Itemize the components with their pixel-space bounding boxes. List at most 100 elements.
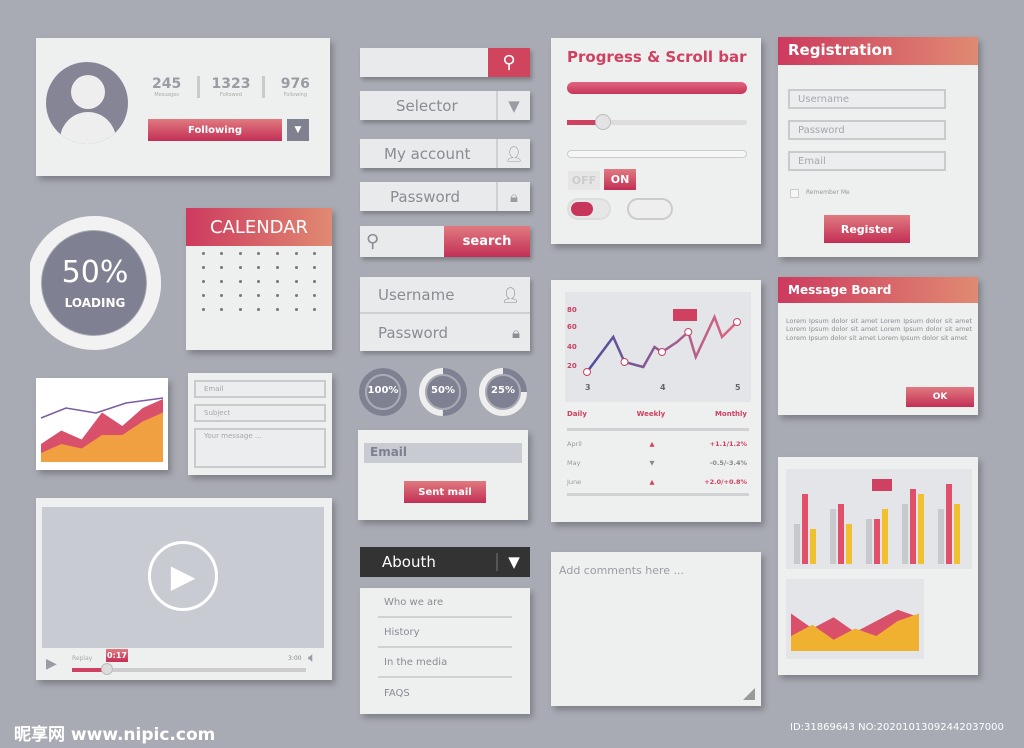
play-button[interactable]: ▶ — [46, 656, 57, 672]
table-header[interactable]: Daily — [567, 410, 587, 418]
send-mail-button[interactable]: Sent mail — [404, 481, 486, 503]
login-username-field[interactable]: Username 👤︎ — [360, 277, 530, 314]
calendar-day[interactable] — [250, 252, 269, 256]
bar[interactable] — [846, 524, 852, 564]
scroll-bar[interactable] — [567, 150, 747, 158]
menu-item[interactable]: History — [378, 618, 512, 648]
remember-checkbox[interactable] — [790, 189, 799, 198]
bar[interactable] — [866, 519, 872, 564]
bar[interactable] — [954, 504, 960, 564]
calendar-day[interactable] — [194, 252, 213, 256]
slider-handle[interactable] — [595, 114, 611, 130]
calendar-day[interactable] — [213, 280, 232, 284]
calendar-day[interactable] — [194, 266, 213, 270]
bar[interactable] — [794, 524, 800, 564]
calendar-day[interactable] — [268, 280, 287, 284]
bar[interactable] — [946, 484, 952, 564]
calendar-day[interactable] — [287, 294, 306, 298]
calendar-day[interactable] — [268, 294, 287, 298]
calendar-day[interactable] — [305, 308, 324, 312]
email-field[interactable]: Email — [788, 151, 946, 171]
table-header[interactable]: Weekly — [637, 410, 666, 418]
bar[interactable] — [882, 509, 888, 564]
data-point[interactable] — [733, 318, 741, 326]
password-field[interactable]: Password — [788, 120, 946, 140]
bar[interactable] — [874, 519, 880, 564]
about-dropdown[interactable]: Abouth ▼ — [360, 547, 530, 577]
data-point[interactable] — [620, 358, 629, 366]
calendar-day[interactable] — [305, 252, 324, 256]
login-password-field[interactable]: Password 🔒︎ — [360, 314, 530, 351]
calendar-day[interactable] — [231, 280, 250, 284]
resize-handle[interactable] — [743, 688, 755, 700]
table-header[interactable]: Monthly — [715, 410, 747, 418]
data-point[interactable] — [684, 328, 693, 336]
chevron-down-icon[interactable]: ▼ — [496, 91, 530, 120]
email-field[interactable]: Email — [194, 380, 326, 398]
message-textarea[interactable]: Your message ... — [194, 428, 326, 468]
calendar-day[interactable] — [213, 266, 232, 270]
my-account-field[interactable]: My account 👤︎ — [360, 139, 530, 168]
bar[interactable] — [938, 509, 944, 564]
calendar-day[interactable] — [231, 252, 250, 256]
bar[interactable] — [810, 529, 816, 564]
calendar-day[interactable] — [194, 308, 213, 312]
bar[interactable] — [902, 504, 908, 564]
calendar-day[interactable] — [250, 294, 269, 298]
menu-item[interactable]: Who we are — [378, 588, 512, 618]
calendar-day[interactable] — [194, 294, 213, 298]
email-input[interactable]: Email — [364, 443, 522, 463]
calendar-day[interactable] — [287, 280, 306, 284]
calendar-day[interactable] — [250, 280, 269, 284]
toggle-on[interactable]: ON — [604, 169, 636, 190]
calendar-day[interactable] — [287, 266, 306, 270]
calendar-day[interactable] — [213, 308, 232, 312]
chevron-down-icon[interactable]: ▼ — [496, 553, 530, 571]
calendar-day[interactable] — [268, 252, 287, 256]
bar[interactable] — [918, 494, 924, 564]
comments-box[interactable]: Add comments here ... — [551, 552, 761, 706]
calendar-day[interactable] — [250, 308, 269, 312]
calendar-day[interactable] — [268, 308, 287, 312]
calendar-day[interactable] — [231, 266, 250, 270]
calendar-day[interactable] — [287, 308, 306, 312]
calendar-day[interactable] — [213, 252, 232, 256]
calendar-day[interactable] — [305, 294, 324, 298]
ok-button[interactable]: OK — [906, 387, 974, 407]
calendar-day[interactable] — [231, 308, 250, 312]
selector-dropdown[interactable]: Selector ▼ — [360, 91, 530, 120]
search-input[interactable]: ⚲ search — [360, 226, 530, 257]
video-progress-handle[interactable] — [101, 663, 114, 675]
calendar-day[interactable] — [194, 280, 213, 284]
calendar-day[interactable] — [231, 294, 250, 298]
bar[interactable] — [830, 509, 836, 564]
calendar-day[interactable] — [213, 294, 232, 298]
top-search-input[interactable]: ⚲ — [360, 48, 530, 77]
volume-icon[interactable]: 🔈︎ — [308, 650, 316, 666]
slider-track[interactable] — [567, 120, 747, 125]
following-button[interactable]: Following — [148, 119, 282, 141]
menu-item[interactable]: FAQS — [378, 678, 512, 708]
password-field[interactable]: Password 🔒︎ — [360, 182, 530, 211]
video-screen[interactable]: ▶ — [42, 507, 324, 648]
search-button[interactable]: ⚲ — [488, 48, 530, 77]
subject-field[interactable]: Subject — [194, 404, 326, 422]
bar[interactable] — [802, 494, 808, 564]
calendar-day[interactable] — [268, 266, 287, 270]
register-button[interactable]: Register — [824, 215, 910, 243]
play-icon[interactable]: ▶ — [148, 541, 218, 611]
calendar-day[interactable] — [305, 266, 324, 270]
search-button[interactable]: search — [444, 226, 530, 257]
menu-item[interactable]: In the media — [378, 648, 512, 678]
username-field[interactable]: Username — [788, 89, 946, 109]
follow-dropdown-button[interactable]: ▼ — [287, 119, 309, 141]
bar[interactable] — [838, 504, 844, 564]
calendar-day[interactable] — [305, 280, 324, 284]
data-point[interactable] — [658, 348, 666, 356]
toggle-off[interactable]: OFF — [568, 171, 600, 190]
calendar-day[interactable] — [287, 252, 306, 256]
switch-on[interactable] — [567, 198, 611, 220]
bar[interactable] — [910, 489, 916, 564]
data-point[interactable] — [583, 368, 591, 376]
switch-off[interactable] — [627, 198, 673, 220]
